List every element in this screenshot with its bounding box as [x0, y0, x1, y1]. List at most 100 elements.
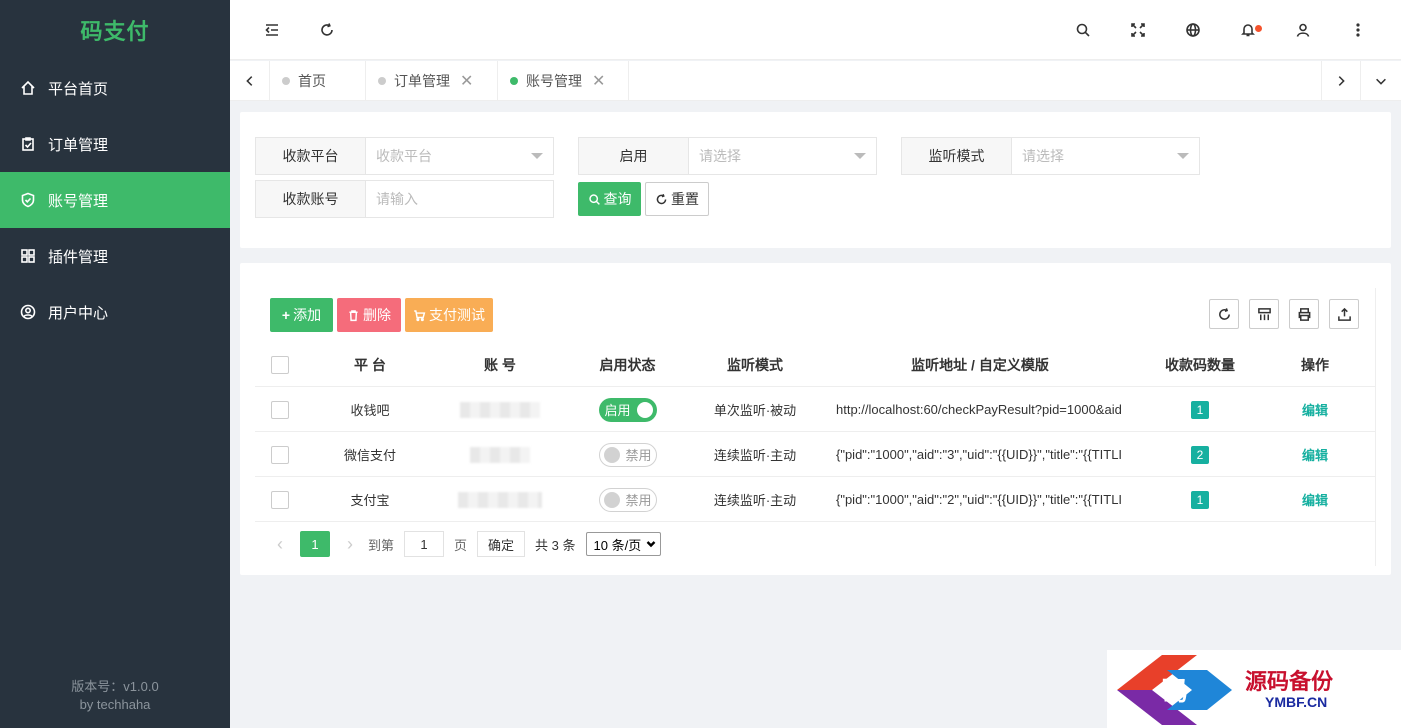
- account-input[interactable]: 请输入: [366, 181, 553, 217]
- search-icon: [588, 193, 600, 205]
- sidebar-item-plugins[interactable]: 插件管理: [0, 228, 230, 284]
- close-icon[interactable]: ✕: [592, 71, 605, 91]
- refresh-icon: [321, 23, 333, 36]
- menu-fold-icon: [265, 24, 278, 36]
- column-header[interactable]: 监听模式: [690, 342, 820, 387]
- sidebar-item-home[interactable]: 平台首页: [0, 60, 230, 116]
- chevron-down-icon: [646, 541, 656, 548]
- bell-icon: [1241, 24, 1255, 37]
- row-checkbox[interactable]: [271, 400, 289, 419]
- tab-menu-dropdown[interactable]: [1361, 61, 1401, 101]
- column-header[interactable]: 平 台: [315, 342, 425, 387]
- enable-select[interactable]: 请选择: [689, 138, 876, 174]
- column-header[interactable]: 收款码数量: [1140, 342, 1260, 387]
- more-options-button[interactable]: [1348, 20, 1368, 40]
- printer-icon: [1298, 307, 1310, 321]
- close-icon[interactable]: ✕: [460, 71, 473, 91]
- delete-button[interactable]: 删除: [337, 298, 401, 332]
- caret-down-icon: [531, 153, 543, 159]
- status-toggle[interactable]: 禁用: [598, 442, 657, 467]
- reset-button[interactable]: 重置: [645, 182, 709, 216]
- column-header[interactable]: 操作: [1265, 342, 1365, 387]
- column-header[interactable]: 账 号: [435, 342, 565, 387]
- select-all-cell: [270, 342, 290, 387]
- tab-orders[interactable]: 订单管理 ✕: [366, 61, 498, 101]
- notifications-button[interactable]: [1238, 20, 1262, 40]
- column-header[interactable]: 启用状态: [575, 342, 680, 387]
- status-toggle[interactable]: 启用: [598, 397, 657, 422]
- mode-select[interactable]: 请选择: [1012, 138, 1199, 174]
- version-label: 版本号：v1.0.0: [71, 679, 159, 694]
- export-icon: [1337, 307, 1351, 321]
- app-logo: 码支付: [80, 19, 150, 44]
- edit-link[interactable]: 编辑: [1302, 445, 1328, 464]
- caret-down-icon: [854, 153, 866, 159]
- export-button[interactable]: [1329, 299, 1359, 329]
- column-header[interactable]: 监听地址 / 自定义模版: [830, 342, 1130, 387]
- toggle-knob: [603, 446, 620, 463]
- search-button[interactable]: [1073, 20, 1093, 40]
- add-button-label: 添加: [293, 307, 322, 323]
- tab-bar: 首页 订单管理 ✕ 账号管理 ✕: [230, 61, 1401, 101]
- row-checkbox[interactable]: [271, 445, 289, 464]
- sidebar-item-user-center[interactable]: 用户中心: [0, 284, 230, 340]
- add-button[interactable]: + 添加: [270, 298, 333, 332]
- user-circle-icon: [20, 304, 36, 320]
- status-cell: 启用: [575, 387, 680, 432]
- sidebar: 码支付 平台首页 订单管理 账号管理 插件管理 用户中心 版本号：v1.0.0 …: [0, 0, 230, 728]
- plus-icon: +: [281, 307, 291, 323]
- trash-icon: [349, 309, 358, 321]
- user-profile-button[interactable]: [1293, 20, 1313, 40]
- pay-test-button[interactable]: 支付测试: [405, 298, 493, 332]
- mode-filter: 监听模式 请选择: [901, 137, 1200, 175]
- redacted-account: [458, 491, 542, 508]
- fullscreen-button[interactable]: [1128, 20, 1148, 40]
- select-all-checkbox[interactable]: [271, 355, 289, 374]
- page-size-select[interactable]: 10 条/页: [585, 532, 662, 556]
- more-vertical-icon: [1356, 23, 1360, 37]
- edit-link[interactable]: 编辑: [1302, 400, 1328, 419]
- mode-cell: 连续监听·主动: [713, 448, 797, 463]
- column-filter-button[interactable]: [1249, 299, 1279, 329]
- print-button[interactable]: [1289, 299, 1319, 329]
- account-filter-label: 收款账号: [256, 181, 366, 217]
- platform-cell: 微信支付: [343, 448, 396, 463]
- clipboard-icon: [22, 137, 34, 151]
- current-page[interactable]: 1: [300, 531, 330, 557]
- sidebar-item-label: 插件管理: [48, 248, 109, 266]
- action-cell: 编辑: [1265, 432, 1365, 477]
- status-toggle[interactable]: 禁用: [598, 487, 657, 512]
- query-button[interactable]: 查询: [578, 182, 641, 216]
- row-select-cell: [270, 432, 290, 477]
- tab-scroll-left-button[interactable]: [230, 61, 270, 101]
- language-button[interactable]: [1183, 20, 1203, 40]
- table-header-row: 平 台 账 号 启用状态 监听模式 监听地址 / 自定义模版 收款码数量 操作: [255, 342, 1376, 387]
- refresh-page-button[interactable]: [317, 20, 337, 40]
- account-table: 平 台 账 号 启用状态 监听模式 监听地址 / 自定义模版 收款码数量 操作 …: [255, 342, 1376, 522]
- mode-filter-label: 监听模式: [902, 138, 1012, 174]
- sidebar-item-orders[interactable]: 订单管理: [0, 116, 230, 172]
- sidebar-item-accounts[interactable]: 账号管理: [0, 172, 230, 228]
- caret-down-icon: [1177, 153, 1189, 159]
- row-select-cell: [270, 477, 290, 522]
- platform-select[interactable]: 收款平台: [366, 138, 553, 174]
- table-refresh-button[interactable]: [1209, 299, 1239, 329]
- prev-page-button[interactable]: ‹: [270, 534, 290, 555]
- delete-button-label: 删除: [363, 307, 391, 323]
- row-checkbox[interactable]: [271, 490, 289, 509]
- edit-link[interactable]: 编辑: [1302, 490, 1328, 509]
- table-row: 微信支付 禁用 连续监听·主动 {"pid":"1000","aid":"3",…: [255, 432, 1376, 477]
- tab-accounts[interactable]: 账号管理 ✕: [498, 61, 629, 101]
- goto-page-input[interactable]: 1: [404, 531, 445, 557]
- goto-confirm-button[interactable]: 确定: [477, 531, 526, 557]
- status-toggle-label: 禁用: [625, 493, 652, 508]
- platform-filter-label: 收款平台: [256, 138, 366, 174]
- chevron-left-icon: [245, 76, 252, 86]
- next-page-button[interactable]: ›: [340, 534, 360, 555]
- collapse-menu-button[interactable]: [262, 20, 282, 40]
- tab-scroll-right-button[interactable]: [1321, 61, 1361, 101]
- tab-home[interactable]: 首页: [270, 61, 366, 101]
- tab-status-dot: [282, 77, 290, 85]
- watermark-logo: 码 源码备份 YMBF.CN: [1107, 650, 1401, 728]
- action-cell: 编辑: [1265, 477, 1365, 522]
